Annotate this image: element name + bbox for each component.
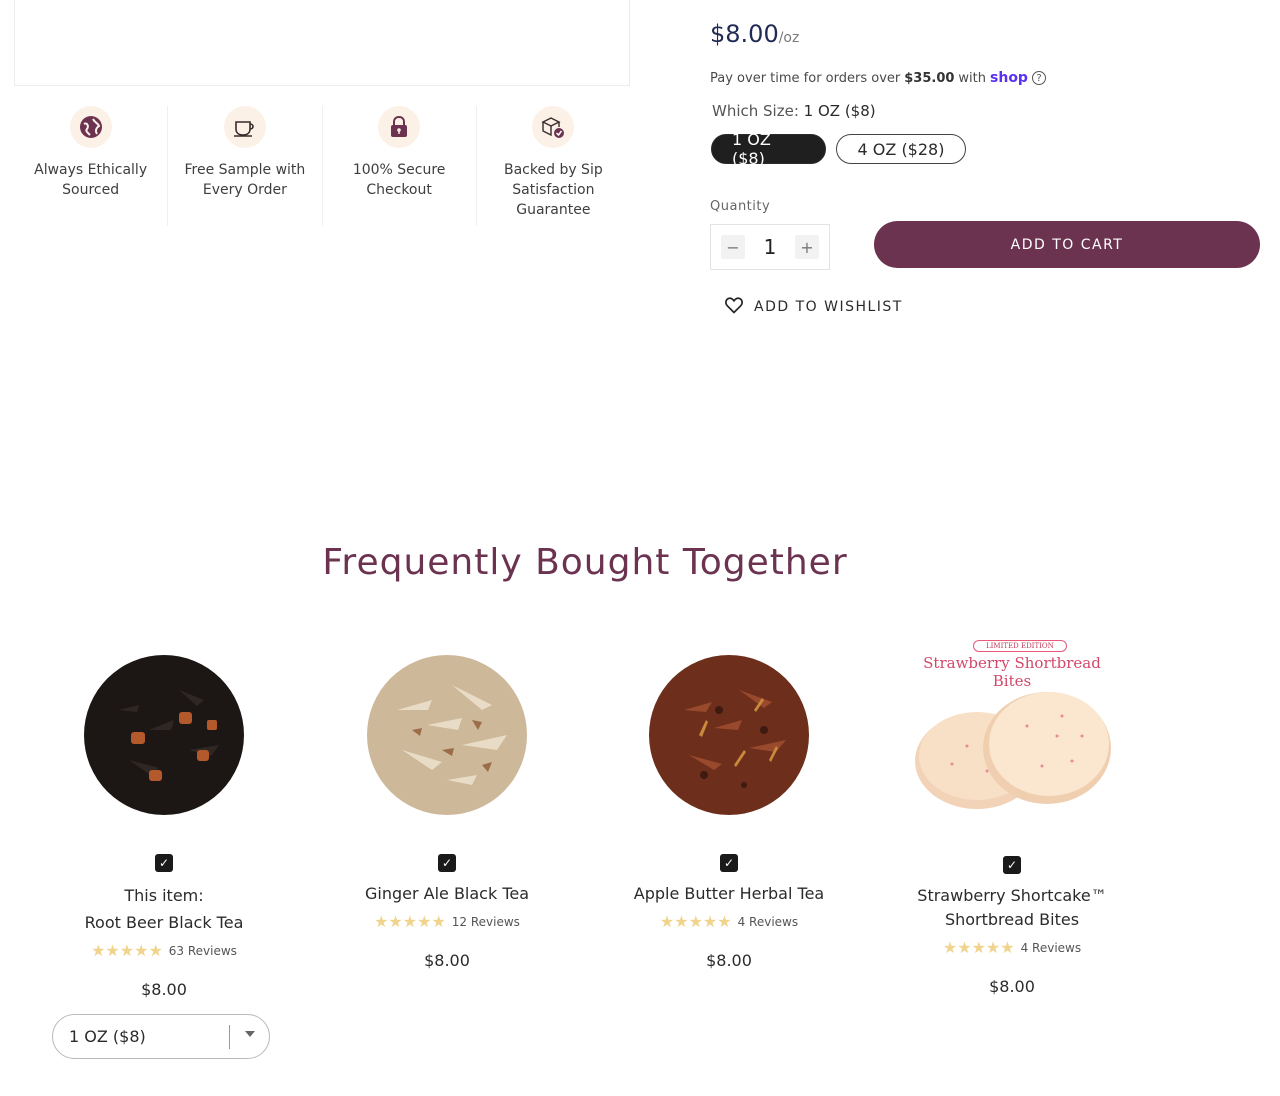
- globe-icon: [69, 106, 112, 148]
- size-option-1oz[interactable]: 1 OZ ($8): [711, 130, 826, 168]
- installments-notice: Pay over time for orders over $35.00 wit…: [710, 70, 1046, 86]
- review-count[interactable]: 63 Reviews: [169, 944, 237, 958]
- product-name[interactable]: Strawberry Shortcake™: [892, 884, 1132, 908]
- product-rating: ★★★★★ 4 Reviews: [609, 912, 849, 931]
- product-name[interactable]: Apple Butter Herbal Tea: [609, 882, 849, 906]
- quantity-decrease-button[interactable]: −: [721, 235, 745, 259]
- product-price: $8.00: [141, 980, 187, 999]
- shop-pay-logo[interactable]: shop: [990, 70, 1028, 86]
- size-select-value: 1 OZ ($8): [69, 1027, 146, 1046]
- feature-label: Free Sample with Every Order: [184, 160, 305, 200]
- installments-amount: $35.00: [904, 70, 955, 86]
- feature-secure-checkout: 100% Secure Checkout: [323, 106, 477, 226]
- quantity-stepper: − 1 +: [710, 224, 830, 270]
- fbt-product-root-beer: ✓ This item: Root Beer Black Tea ★★★★★ 6…: [44, 650, 284, 999]
- size-options: 1 OZ ($8) 4 OZ ($28): [711, 130, 966, 168]
- feature-label-line: Backed by Sip: [504, 162, 603, 178]
- fbt-product-ginger-ale: ✓ Ginger Ale Black Tea ★★★★★ 12 Reviews …: [327, 650, 567, 970]
- product-checkbox[interactable]: ✓: [155, 854, 173, 872]
- feature-label-line: Sourced: [62, 182, 120, 198]
- installments-text: Pay over time for orders over: [710, 70, 901, 86]
- star-rating-icon: ★★★★★: [91, 941, 163, 960]
- product-rating: ★★★★★ 4 Reviews: [892, 938, 1132, 957]
- select-divider: [229, 1025, 230, 1049]
- product-image[interactable]: LIMITED EDITION Strawberry Shortbread Bi…: [907, 636, 1117, 836]
- review-count[interactable]: 12 Reviews: [452, 915, 520, 929]
- feature-label-line: Always Ethically: [34, 162, 148, 178]
- box-check-icon: [532, 106, 575, 148]
- installments-with: with: [958, 70, 987, 86]
- feature-label: 100% Secure Checkout: [353, 160, 446, 200]
- add-to-cart-button[interactable]: ADD TO CART: [874, 221, 1260, 268]
- product-name-line2[interactable]: Shortbread Bites: [892, 908, 1132, 932]
- size-select[interactable]: 1 OZ ($8): [52, 1014, 270, 1059]
- fbt-product-apple-butter: ✓ Apple Butter Herbal Tea ★★★★★ 4 Review…: [609, 650, 849, 970]
- feature-badges: Always Ethically Sourced Free Sample wit…: [14, 106, 630, 226]
- size-selected-value: 1 OZ ($8): [803, 102, 876, 120]
- product-rating: ★★★★★ 12 Reviews: [327, 912, 567, 931]
- product-image-frame: [14, 0, 630, 86]
- product-price: $8.00: [424, 951, 470, 970]
- price-value: $8.00: [710, 20, 779, 48]
- quantity-input[interactable]: 1: [764, 235, 777, 259]
- product-image[interactable]: [79, 650, 249, 820]
- feature-label-line: 100% Secure: [352, 162, 446, 178]
- quantity-label: Quantity: [710, 199, 771, 214]
- product-price: $8.00: [706, 951, 752, 970]
- feature-label: Always Ethically Sourced: [34, 160, 147, 200]
- feature-label-line: Satisfaction: [512, 182, 595, 198]
- feature-label-line: Every Order: [202, 182, 287, 198]
- product-checkbox[interactable]: ✓: [438, 854, 456, 872]
- quantity-increase-button[interactable]: +: [794, 235, 819, 259]
- star-rating-icon: ★★★★★: [374, 912, 446, 931]
- product-image[interactable]: [644, 650, 814, 820]
- fbt-product-shortbread: LIMITED EDITION Strawberry Shortbread Bi…: [892, 636, 1132, 996]
- product-name[interactable]: Ginger Ale Black Tea: [327, 882, 567, 906]
- feature-ethically-sourced: Always Ethically Sourced: [14, 106, 169, 226]
- size-label-text: Which Size:: [712, 102, 799, 120]
- feature-free-sample: Free Sample with Every Order: [168, 106, 323, 226]
- feature-label: Backed by Sip Satisfaction Guarantee: [504, 160, 603, 220]
- size-option-4oz[interactable]: 4 OZ ($28): [836, 134, 966, 164]
- feature-label-line: Guarantee: [516, 202, 591, 218]
- product-checkbox[interactable]: ✓: [720, 854, 738, 872]
- star-rating-icon: ★★★★★: [942, 938, 1015, 957]
- heart-icon: [724, 295, 744, 319]
- product-rating: ★★★★★ 63 Reviews: [44, 941, 284, 960]
- feature-label-line: Free Sample with: [184, 162, 306, 178]
- teacup-icon: [223, 106, 266, 148]
- add-to-wishlist-button[interactable]: ADD TO WISHLIST: [724, 295, 903, 319]
- star-rating-icon: ★★★★★: [659, 912, 732, 931]
- review-count[interactable]: 4 Reviews: [1021, 941, 1082, 955]
- product-price: $8.00: [989, 977, 1035, 996]
- product-name[interactable]: Root Beer Black Tea: [44, 911, 284, 935]
- help-icon[interactable]: ?: [1031, 71, 1046, 85]
- lock-icon: [378, 106, 421, 148]
- this-item-label: This item:: [124, 886, 204, 905]
- chevron-down-icon: [245, 1031, 255, 1037]
- wishlist-label: ADD TO WISHLIST: [754, 299, 903, 315]
- size-label: Which Size: 1 OZ ($8): [712, 102, 876, 120]
- product-checkbox[interactable]: ✓: [1003, 856, 1021, 874]
- fbt-title: Frequently Bought Together: [322, 542, 848, 583]
- product-price: $8.00/oz: [710, 20, 799, 48]
- price-unit: /oz: [778, 30, 800, 46]
- feature-label-line: Checkout: [366, 182, 432, 198]
- review-count[interactable]: 4 Reviews: [738, 915, 799, 929]
- feature-satisfaction-guarantee: Backed by Sip Satisfaction Guarantee: [477, 106, 630, 226]
- product-image[interactable]: [362, 650, 532, 820]
